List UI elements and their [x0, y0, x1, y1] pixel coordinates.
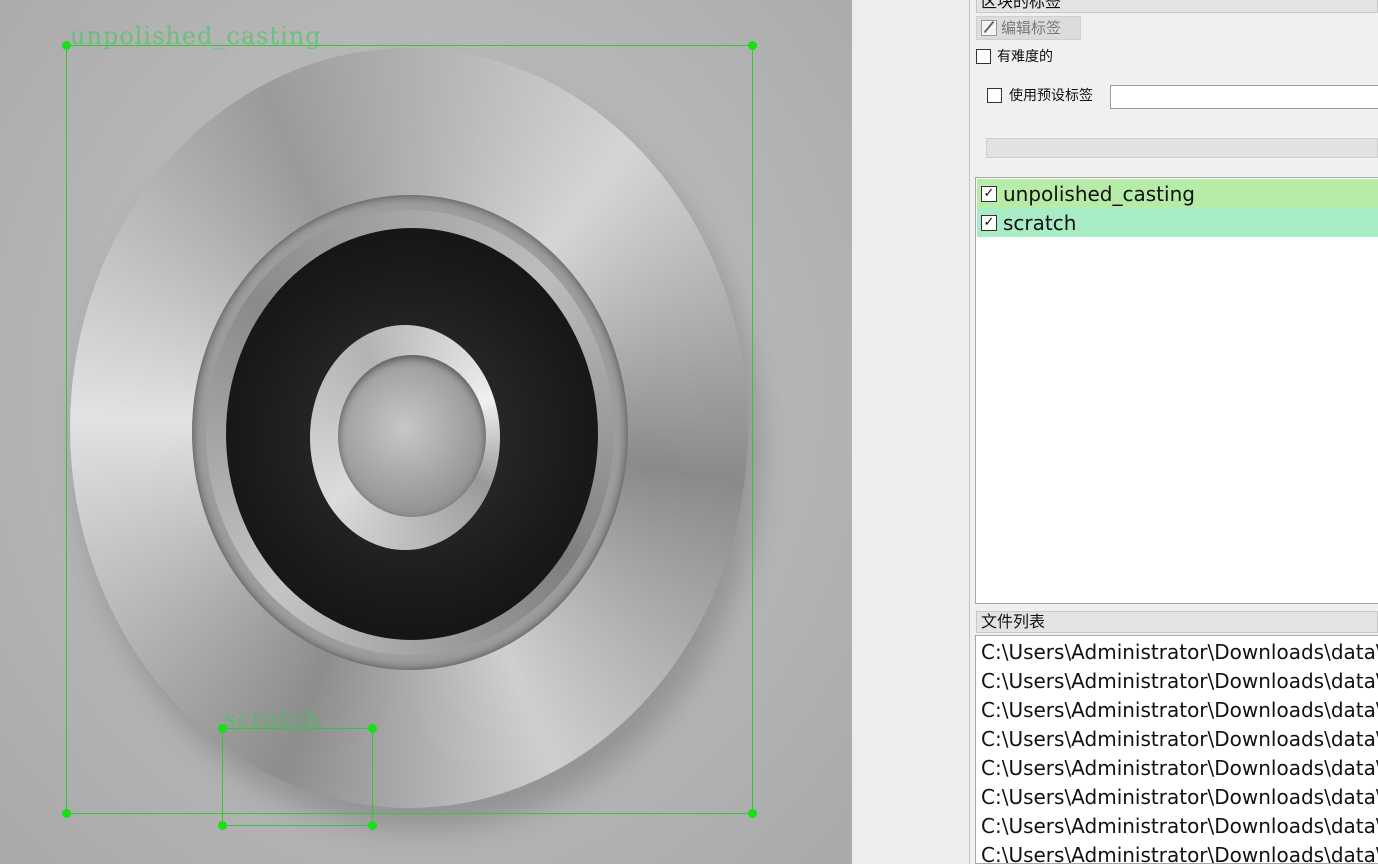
label-list[interactable]: ✓ unpolished_casting ✓ scratch	[975, 177, 1378, 604]
file-list[interactable]: C:\Users\Administrator\Downloads\data\J …	[975, 635, 1378, 864]
canvas-margin	[852, 0, 970, 864]
bbox-unpolished-casting[interactable]	[66, 45, 753, 814]
label-item-text: unpolished_casting	[1003, 181, 1195, 206]
edit-label-button-label: 编辑标签	[1001, 19, 1062, 37]
difficult-checkbox[interactable]	[976, 49, 991, 64]
label-list-item[interactable]: ✓ unpolished_casting	[977, 179, 1378, 208]
bbox-label-scratch: scratch	[224, 705, 322, 733]
label-item-checkbox[interactable]: ✓	[981, 185, 997, 202]
bbox-handle-bottom-right[interactable]	[368, 821, 377, 830]
bbox-label-unpolished-casting: unpolished_casting	[70, 22, 322, 50]
file-list-item[interactable]: C:\Users\Administrator\Downloads\data\J	[981, 754, 1378, 783]
file-list-item[interactable]: C:\Users\Administrator\Downloads\data\J	[981, 667, 1378, 696]
file-list-item[interactable]: C:\Users\Administrator\Downloads\data\J	[981, 783, 1378, 812]
image-canvas[interactable]: unpolished_casting scratch	[0, 0, 852, 864]
bbox-scratch[interactable]	[222, 728, 373, 826]
file-list-dock-title: 文件列表	[976, 611, 1378, 633]
box-labels-dock-title: 区块的标签	[976, 0, 1378, 13]
bbox-handle-top-left[interactable]	[218, 724, 227, 733]
bbox-handle-top-right[interactable]	[748, 41, 757, 50]
label-item-text: scratch	[1003, 210, 1077, 235]
file-list-item[interactable]: C:\Users\Administrator\Downloads\data\J	[981, 841, 1378, 863]
bbox-handle-bottom-left[interactable]	[62, 809, 71, 818]
bbox-handle-bottom-right[interactable]	[748, 809, 757, 818]
default-label-bar	[986, 138, 1378, 158]
edit-label-button[interactable]: 编辑标签	[976, 16, 1081, 40]
bbox-handle-top-left[interactable]	[62, 41, 71, 50]
label-item-checkbox[interactable]: ✓	[981, 214, 997, 231]
difficult-checkbox-label: 有难度的	[997, 49, 1053, 65]
label-list-item[interactable]: ✓ scratch	[977, 208, 1378, 237]
file-list-item[interactable]: C:\Users\Administrator\Downloads\data\J	[981, 725, 1378, 754]
edit-icon	[981, 20, 997, 36]
file-list-item[interactable]: C:\Users\Administrator\Downloads\data\J	[981, 696, 1378, 725]
bbox-handle-top-right[interactable]	[368, 724, 377, 733]
bbox-handle-bottom-left[interactable]	[218, 821, 227, 830]
use-default-label-checkbox[interactable]	[987, 88, 1002, 103]
file-list-item[interactable]: C:\Users\Administrator\Downloads\data\J	[981, 812, 1378, 841]
file-list-item[interactable]: C:\Users\Administrator\Downloads\data\J	[981, 638, 1378, 667]
default-label-input[interactable]	[1110, 85, 1378, 109]
use-default-label-text: 使用预设标签	[1009, 88, 1093, 104]
